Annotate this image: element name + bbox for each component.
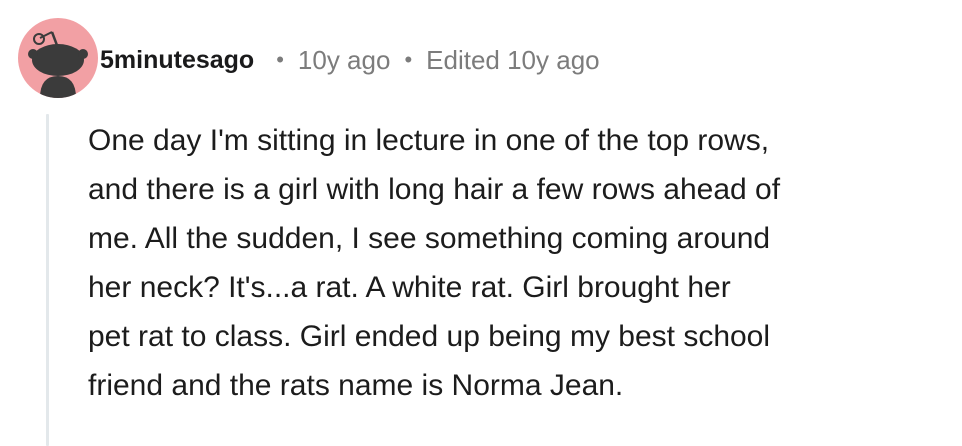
posted-time[interactable]: 10y ago bbox=[298, 45, 391, 76]
comment-body-line: friend and the rats name is Norma Jean. bbox=[88, 369, 624, 402]
username[interactable]: 5minutesago bbox=[100, 46, 254, 75]
comment: 5minutesago • 10y ago • Edited 10y ago O… bbox=[0, 0, 962, 446]
thread-line[interactable] bbox=[46, 114, 49, 446]
comment-body-line: her neck? It's...a rat. A white rat. Gir… bbox=[88, 271, 731, 304]
comment-header: 5minutesago • 10y ago • Edited 10y ago bbox=[100, 40, 600, 80]
comment-body-line: me. All the sudden, I see something comi… bbox=[88, 222, 771, 255]
comment-body: One day I'm sitting in lecture in one of… bbox=[88, 116, 948, 410]
separator-dot: • bbox=[404, 47, 413, 72]
reddit-snoo-avatar-icon bbox=[28, 31, 88, 98]
comment-body-line: pet rat to class. Girl ended up being my… bbox=[88, 320, 771, 353]
edited-time: Edited 10y ago bbox=[426, 44, 600, 75]
separator-dot: • bbox=[276, 47, 284, 72]
comment-body-line: One day I'm sitting in lecture in one of… bbox=[88, 124, 770, 157]
avatar[interactable] bbox=[18, 18, 98, 98]
comment-body-line: and there is a girl with long hair a few… bbox=[88, 173, 781, 206]
